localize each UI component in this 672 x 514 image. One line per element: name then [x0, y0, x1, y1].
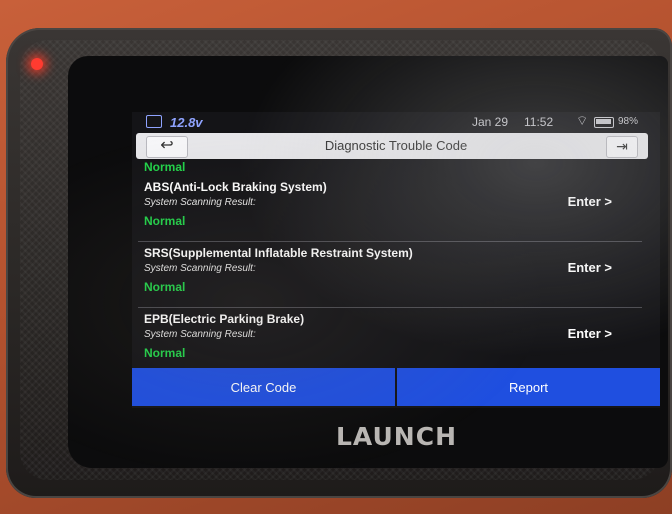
page-title: Diagnostic Trouble Code	[324, 138, 468, 153]
bottom-action-bar: Clear Code Report	[132, 368, 660, 406]
wifi-icon: ⌔	[576, 113, 589, 128]
exit-icon: ⇥	[616, 138, 628, 154]
system-list[interactable]: Normal ABS(Anti-Lock Braking System) Sys…	[132, 160, 660, 370]
clear-code-button[interactable]: Clear Code	[132, 368, 395, 406]
system-status: Normal	[144, 346, 186, 360]
system-item-srs[interactable]: SRS(Supplemental Inflatable Restraint Sy…	[132, 246, 660, 312]
scan-result-label: System Scanning Result:	[144, 263, 256, 274]
vehicle-battery-icon	[146, 115, 162, 128]
battery-icon	[594, 117, 614, 128]
previous-system-status: Normal	[144, 160, 186, 174]
system-item-abs[interactable]: ABS(Anti-Lock Braking System) System Sca…	[132, 180, 660, 246]
scan-result-label: System Scanning Result:	[144, 329, 256, 340]
back-arrow-icon: ↩	[160, 137, 174, 154]
system-status: Normal	[144, 280, 186, 294]
battery-level: 98%	[618, 116, 639, 127]
status-bar: 12.8v Jan 29 11:52 ⌔ 98%	[132, 112, 660, 132]
power-led-icon	[31, 58, 43, 70]
divider	[138, 241, 642, 242]
divider	[138, 307, 642, 308]
system-name: SRS(Supplemental Inflatable Restraint Sy…	[144, 246, 413, 260]
brand-logo: LAUNCH	[336, 422, 458, 451]
system-status: Normal	[144, 214, 186, 228]
enter-button[interactable]: Enter >	[568, 260, 612, 275]
status-time: 11:52	[524, 115, 554, 129]
back-button[interactable]: ↩	[146, 136, 188, 158]
report-button[interactable]: Report	[397, 368, 660, 406]
status-date: Jan 29	[472, 115, 509, 129]
title-bar: ↩ Diagnostic Trouble Code ⇥	[136, 133, 648, 159]
exit-button[interactable]: ⇥	[606, 136, 638, 158]
system-item-epb[interactable]: EPB(Electric Parking Brake) System Scann…	[132, 312, 660, 370]
system-name: EPB(Electric Parking Brake)	[144, 312, 305, 326]
enter-button[interactable]: Enter >	[568, 326, 612, 341]
scan-result-label: System Scanning Result:	[144, 197, 256, 208]
display-area: 12.8v Jan 29 11:52 ⌔ 98% ↩ Diagnostic Tr…	[132, 112, 660, 408]
system-name: ABS(Anti-Lock Braking System)	[144, 180, 327, 194]
enter-button[interactable]: Enter >	[568, 194, 612, 209]
voltage-readout: 12.8v	[170, 115, 203, 130]
